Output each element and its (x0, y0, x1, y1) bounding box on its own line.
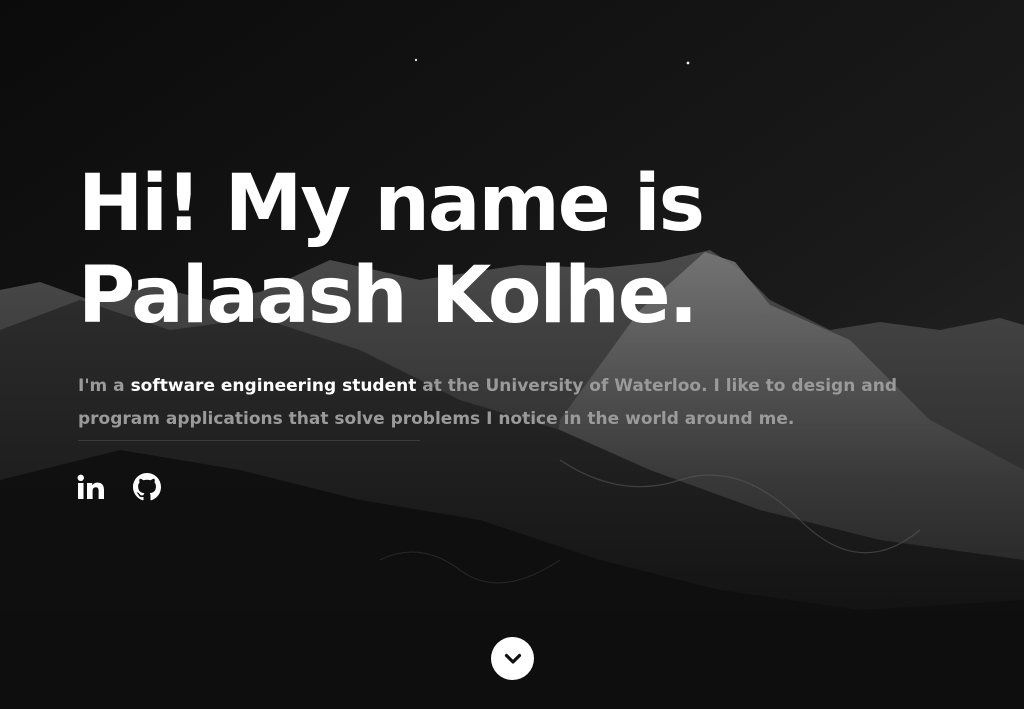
linkedin-link[interactable] (76, 472, 106, 502)
intro-emphasis: software engineering student (130, 376, 417, 396)
github-icon (133, 473, 161, 501)
hero-headline: Hi! My name is Palaash Kolhe. (78, 158, 958, 342)
github-link[interactable] (132, 472, 162, 502)
hero-content: Hi! My name is Palaash Kolhe. I'm a soft… (78, 158, 958, 441)
linkedin-icon (77, 474, 104, 499)
divider (78, 440, 420, 441)
chevron-down-icon (504, 653, 521, 664)
headline-line-2: Palaash Kolhe. (78, 251, 698, 341)
social-links (76, 472, 162, 502)
headline-line-1: Hi! My name is (78, 159, 705, 249)
hero-section: Hi! My name is Palaash Kolhe. I'm a soft… (0, 0, 1024, 709)
intro-paragraph: I'm a software engineering student at th… (78, 370, 928, 436)
intro-prefix: I'm a (78, 376, 131, 396)
scroll-down-button[interactable] (491, 637, 534, 680)
